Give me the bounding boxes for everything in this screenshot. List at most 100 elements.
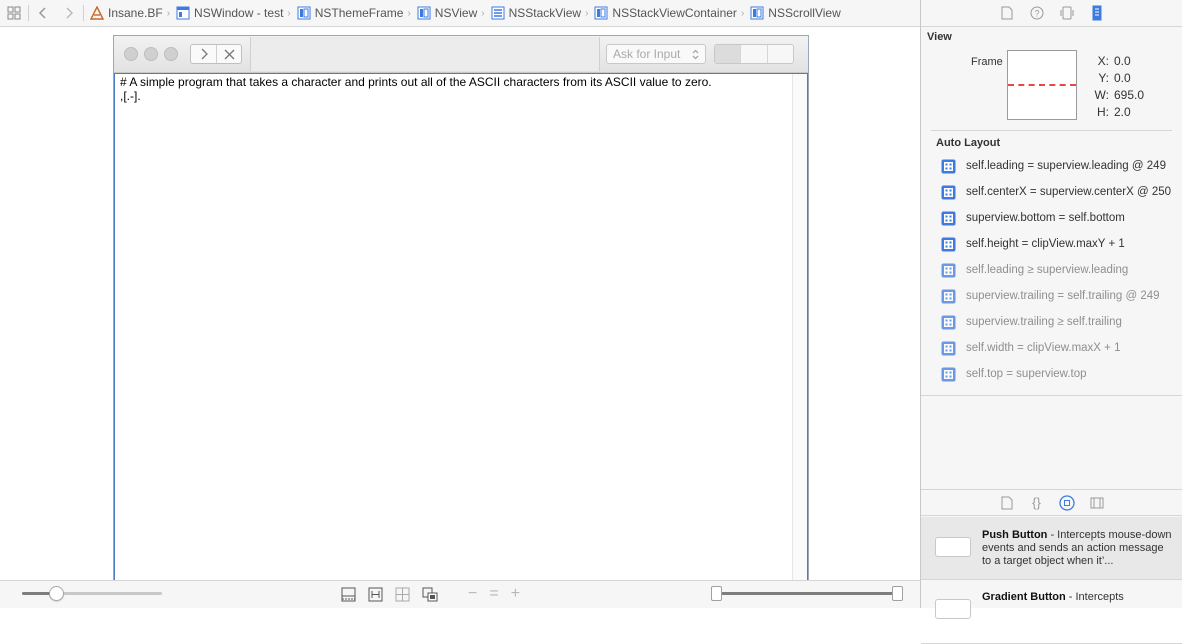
zoom-slider-knob[interactable] xyxy=(48,586,64,601)
range-end-handle[interactable] xyxy=(892,586,903,601)
align-icon[interactable] xyxy=(367,586,384,603)
equal-icon[interactable]: = xyxy=(489,585,498,603)
window-icon xyxy=(174,6,194,20)
constraint-item[interactable]: superview.bottom = self.bottom xyxy=(921,205,1182,231)
stop-button[interactable] xyxy=(216,45,241,63)
constraint-item[interactable]: self.leading = superview.leading @ 249 xyxy=(921,153,1182,179)
constraint-item[interactable]: self.centerX = superview.centerX @ 250 xyxy=(921,179,1182,205)
selected-scroll-view[interactable]: # A simple program that takes a characte… xyxy=(114,73,808,601)
constraint-label: self.top = superview.top xyxy=(966,368,1087,380)
text-line: ,[.-]. xyxy=(120,89,141,103)
stack-vertical-icon[interactable] xyxy=(340,586,357,603)
frame-w-value[interactable]: 695.0 xyxy=(1114,88,1144,105)
constraint-item[interactable]: self.leading ≥ superview.leading xyxy=(921,257,1182,283)
segment-2[interactable] xyxy=(740,45,767,63)
breadcrumb: Insane.BF › NSWindow - test › NSThemeFrame › N… xyxy=(88,0,841,27)
identity-inspector-icon[interactable] xyxy=(1059,5,1075,21)
window-titlebar: Ask for Input xyxy=(114,36,808,73)
frame-y-value[interactable]: 0.0 xyxy=(1114,71,1131,88)
breadcrumb-item[interactable]: Insane.BF xyxy=(88,0,163,27)
section-title-view: View xyxy=(927,31,952,43)
push-button-thumbnail xyxy=(935,537,971,557)
minus-icon[interactable]: − xyxy=(468,585,477,603)
window-preview[interactable]: Ask for Input # A simple program that ta… xyxy=(113,35,809,602)
chevron-right-icon: › xyxy=(287,7,291,19)
input-mode-label: Ask for Input xyxy=(613,47,681,61)
toolbar-status-area xyxy=(250,37,600,71)
segment-1[interactable] xyxy=(715,45,741,63)
view-icon xyxy=(592,6,612,20)
library-item-text: Push Button - Intercepts mouse-down even… xyxy=(982,529,1172,568)
resolve-issues-icon[interactable] xyxy=(421,586,438,603)
app-icon xyxy=(88,6,108,20)
breadcrumb-item[interactable]: NSThemeFrame xyxy=(295,0,403,27)
constraint-item[interactable]: self.top = superview.top xyxy=(921,361,1182,387)
library-item-text: Gradient Button - Intercepts xyxy=(982,591,1172,604)
file-template-icon[interactable] xyxy=(999,495,1015,511)
vertical-scrollbar[interactable] xyxy=(792,74,807,599)
breadcrumb-label: NSStackViewContainer xyxy=(612,6,737,20)
segment-3[interactable] xyxy=(766,45,793,63)
library-item[interactable]: Gradient Button - Intercepts xyxy=(921,581,1182,644)
chevron-right-icon: › xyxy=(740,7,745,19)
breadcrumb-item[interactable]: NSStackView xyxy=(489,0,581,27)
breadcrumb-label: NSWindow - test xyxy=(194,6,284,20)
frame-x-label: X: xyxy=(1097,54,1109,68)
constraint-label: self.leading ≥ superview.leading xyxy=(966,264,1129,276)
file-inspector-icon[interactable] xyxy=(999,5,1015,21)
object-library-icon[interactable] xyxy=(1058,494,1075,511)
breadcrumb-item[interactable]: NSView xyxy=(415,0,477,27)
size-inspector-icon[interactable] xyxy=(1089,5,1105,21)
view-mode-segmented-control[interactable] xyxy=(714,44,794,64)
constraint-label: self.leading = superview.leading @ 249 xyxy=(966,160,1166,172)
chevron-right-icon xyxy=(201,48,208,60)
inspector-tabs: ? xyxy=(921,0,1182,27)
constraint-icon xyxy=(941,341,966,356)
breadcrumb-item[interactable]: NSStackViewContainer xyxy=(592,0,737,27)
constraint-icon xyxy=(941,237,966,252)
library-item-desc: - Intercepts xyxy=(1065,591,1124,603)
library-item[interactable]: Push Button - Intercepts mouse-down even… xyxy=(921,517,1182,580)
constraint-label: self.width = clipView.maxX + 1 xyxy=(966,342,1121,354)
pin-icon[interactable] xyxy=(394,586,411,603)
breadcrumb-item[interactable]: NSWindow - test xyxy=(174,0,283,27)
constraint-item[interactable]: superview.trailing = self.trailing @ 249 xyxy=(921,283,1182,309)
text-line: # A simple program that takes a characte… xyxy=(120,75,712,89)
constraint-item[interactable]: self.width = clipView.maxX + 1 xyxy=(921,335,1182,361)
constraint-ops: − = + xyxy=(468,585,520,603)
breadcrumb-label: Insane.BF xyxy=(108,6,163,20)
canvas-bottom-bar: − = + xyxy=(0,580,920,608)
minimize-dot-icon[interactable] xyxy=(144,47,158,61)
stackview-icon xyxy=(489,6,509,20)
library-item-name: Push Button xyxy=(982,529,1048,541)
constraint-icon xyxy=(941,185,966,200)
interface-builder-canvas[interactable]: Ask for Input # A simple program that ta… xyxy=(0,28,920,602)
range-slider[interactable] xyxy=(711,586,903,601)
zoom-slider[interactable] xyxy=(22,586,162,601)
close-dot-icon[interactable] xyxy=(124,47,138,61)
constraint-label: superview.bottom = self.bottom xyxy=(966,212,1125,224)
plus-icon[interactable]: + xyxy=(511,585,520,603)
chevron-right-icon: › xyxy=(407,7,411,19)
frame-x-value[interactable]: 0.0 xyxy=(1114,54,1131,71)
zoom-dot-icon[interactable] xyxy=(164,47,178,61)
code-snippet-icon[interactable]: {} xyxy=(1029,495,1045,511)
constraint-label: superview.trailing ≥ self.trailing xyxy=(966,316,1122,328)
program-text-view[interactable]: # A simple program that takes a characte… xyxy=(115,74,792,599)
range-start-handle[interactable] xyxy=(711,586,722,601)
back-arrow-icon[interactable] xyxy=(33,3,53,23)
chevron-right-icon: › xyxy=(166,7,171,19)
help-icon[interactable]: ? xyxy=(1029,5,1045,21)
breadcrumb-label: NSStackView xyxy=(508,6,582,20)
related-items-icon[interactable] xyxy=(4,3,24,23)
frame-h-value[interactable]: 2.0 xyxy=(1114,105,1131,122)
media-library-icon[interactable] xyxy=(1089,495,1105,511)
constraint-icon xyxy=(941,315,966,330)
input-mode-popup[interactable]: Ask for Input xyxy=(606,44,706,64)
breadcrumb-item[interactable]: NSScrollView xyxy=(748,0,841,27)
forward-arrow-icon[interactable] xyxy=(59,3,79,23)
run-button[interactable] xyxy=(191,45,216,63)
constraint-item[interactable]: superview.trailing ≥ self.trailing xyxy=(921,309,1182,335)
constraint-item[interactable]: self.height = clipView.maxY + 1 xyxy=(921,231,1182,257)
frame-preview xyxy=(1007,50,1077,120)
